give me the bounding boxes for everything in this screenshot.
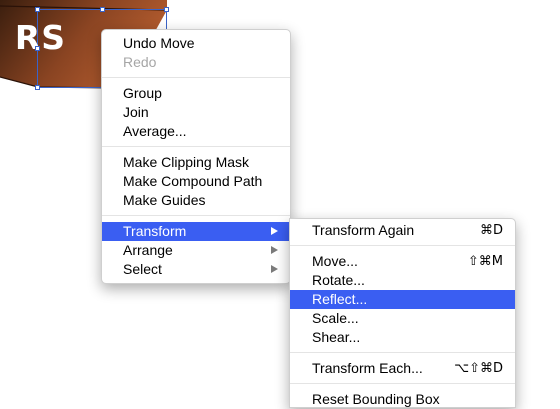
menu-separator	[102, 146, 290, 147]
submenu-arrow-icon	[271, 227, 278, 235]
menu-item-shear[interactable]: Shear...	[290, 328, 515, 347]
menu-item-average[interactable]: Average...	[102, 122, 290, 141]
selection-handle-top-left[interactable]	[35, 7, 40, 12]
menu-item-group[interactable]: Group	[102, 84, 290, 103]
menu-separator	[290, 352, 515, 353]
menu-item-make-compound-path[interactable]: Make Compound Path	[102, 172, 290, 191]
menu-item-label: Join	[123, 104, 149, 120]
menu-item-select[interactable]: Select	[102, 260, 290, 279]
menu-item-reflect[interactable]: Reflect...	[290, 290, 515, 309]
menu-item-label: Average...	[123, 123, 187, 139]
menu-item-label: Group	[123, 85, 162, 101]
keyboard-shortcut: ⇧⌘M	[467, 254, 503, 269]
submenu-arrow-icon	[271, 246, 278, 254]
selection-handle-bottom-left[interactable]	[35, 85, 40, 90]
menu-item-label: Transform Again	[312, 222, 415, 238]
menu-separator	[290, 245, 515, 246]
menu-item-scale[interactable]: Scale...	[290, 309, 515, 328]
menu-item-transform[interactable]: Transform	[102, 222, 290, 241]
context-menu: Undo Move Redo Group Join Average... Mak…	[101, 29, 291, 284]
menu-item-move[interactable]: Move... ⇧⌘M	[290, 252, 515, 271]
menu-item-label: Move...	[312, 253, 358, 269]
menu-item-make-clipping-mask[interactable]: Make Clipping Mask	[102, 153, 290, 172]
selection-handle-top-middle[interactable]	[100, 7, 105, 12]
menu-item-label: Reset Bounding Box	[312, 391, 440, 407]
menu-item-label: Undo Move	[123, 35, 195, 51]
menu-separator	[102, 77, 290, 78]
selection-handle-middle-left[interactable]	[35, 46, 40, 51]
menu-separator	[102, 215, 290, 216]
menu-item-label: Make Clipping Mask	[123, 154, 250, 170]
selection-handle-top-right[interactable]	[164, 7, 169, 12]
menu-item-label: Arrange	[123, 242, 173, 258]
menu-item-transform-each[interactable]: Transform Each... ⌥⇧⌘D	[290, 359, 515, 378]
menu-item-label: Make Guides	[123, 192, 206, 208]
transform-submenu: Transform Again ⌘D Move... ⇧⌘M Rotate... R…	[289, 218, 516, 408]
menu-item-label: Make Compound Path	[123, 173, 263, 189]
menu-item-label: Transform Each...	[312, 360, 423, 376]
menu-item-redo: Redo	[102, 53, 290, 72]
menu-item-rotate[interactable]: Rotate...	[290, 271, 515, 290]
menu-item-label: Scale...	[312, 310, 359, 326]
menu-item-join[interactable]: Join	[102, 103, 290, 122]
menu-item-make-guides[interactable]: Make Guides	[102, 191, 290, 210]
keyboard-shortcut: ⌥⇧⌘D	[454, 361, 503, 376]
menu-item-label: Select	[123, 261, 162, 277]
menu-item-label: Reflect...	[312, 291, 368, 307]
submenu-arrow-icon	[271, 265, 278, 273]
artwork-text: RS	[14, 18, 66, 57]
menu-item-label: Transform	[123, 223, 187, 239]
menu-separator	[290, 383, 515, 384]
keyboard-shortcut: ⌘D	[479, 223, 503, 238]
menu-item-arrange[interactable]: Arrange	[102, 241, 290, 260]
menu-item-label: Redo	[123, 54, 157, 70]
menu-item-label: Rotate...	[312, 272, 365, 288]
menu-item-transform-again[interactable]: Transform Again ⌘D	[290, 221, 515, 240]
menu-item-undo-move[interactable]: Undo Move	[102, 34, 290, 53]
menu-item-label: Shear...	[312, 329, 361, 345]
